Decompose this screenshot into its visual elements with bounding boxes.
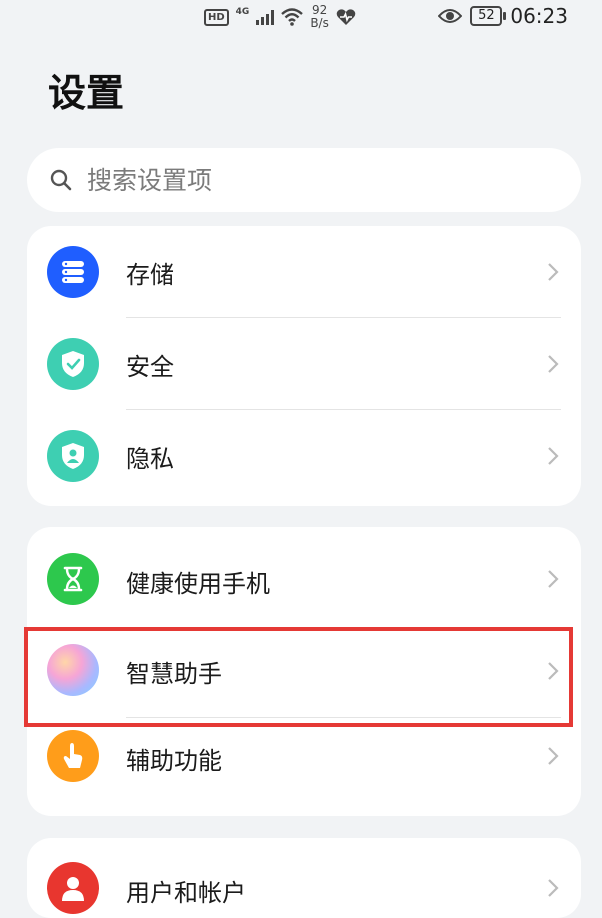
hand-pointer-icon [47, 730, 99, 782]
privacy-shield-icon [47, 430, 99, 482]
settings-item-label: 安全 [126, 352, 174, 381]
speed-unit: B/s [310, 16, 329, 30]
settings-group-2: 健康使用手机 智慧助手 辅助功能 [27, 527, 581, 816]
search-bar[interactable] [27, 148, 581, 212]
assistant-orb-icon [47, 644, 99, 696]
settings-item-users-accounts[interactable]: 用户和帐户 [27, 838, 581, 918]
status-bar: HD 4G 92 B/s 52 06:23 [0, 0, 602, 34]
settings-item-storage[interactable]: 存储 [27, 226, 581, 318]
settings-item-security[interactable]: 安全 [27, 318, 581, 410]
storage-icon [47, 246, 99, 298]
chevron-right-icon [548, 355, 559, 373]
settings-item-label: 智慧助手 [126, 660, 222, 688]
battery-icon: 52 [470, 6, 507, 26]
settings-item-digital-balance[interactable]: 健康使用手机 [27, 527, 581, 625]
chevron-right-icon [548, 879, 559, 897]
search-icon [50, 169, 72, 191]
network-type: 4G [235, 7, 250, 17]
hourglass-icon [47, 553, 99, 605]
signal-icon [256, 9, 275, 25]
search-input[interactable] [85, 164, 529, 196]
chevron-right-icon [548, 263, 559, 281]
chevron-right-icon [548, 570, 559, 588]
settings-group-3: 用户和帐户 [27, 838, 581, 918]
hd-icon: HD [204, 8, 229, 26]
settings-item-label: 存储 [126, 260, 174, 289]
chevron-right-icon [548, 662, 559, 680]
wifi-icon [281, 8, 304, 26]
settings-group-1: 存储 安全 隐私 [27, 226, 581, 506]
chevron-right-icon [548, 447, 559, 465]
chevron-right-icon [548, 747, 559, 765]
settings-item-smart-assistant[interactable]: 智慧助手 [27, 625, 581, 718]
settings-item-accessibility[interactable]: 辅助功能 [27, 718, 581, 816]
health-heart-icon [336, 9, 356, 25]
user-icon [47, 862, 99, 914]
eye-comfort-icon [438, 9, 463, 23]
security-shield-icon [47, 338, 99, 390]
network-speed: 92 B/s [310, 4, 329, 30]
settings-item-label: 健康使用手机 [126, 570, 270, 598]
settings-item-privacy[interactable]: 隐私 [27, 410, 581, 502]
settings-item-label: 用户和帐户 [126, 879, 246, 907]
settings-item-label: 隐私 [126, 444, 174, 473]
page-title: 设置 [48, 71, 125, 115]
clock: 06:23 [510, 4, 568, 28]
settings-item-label: 辅助功能 [126, 747, 222, 775]
